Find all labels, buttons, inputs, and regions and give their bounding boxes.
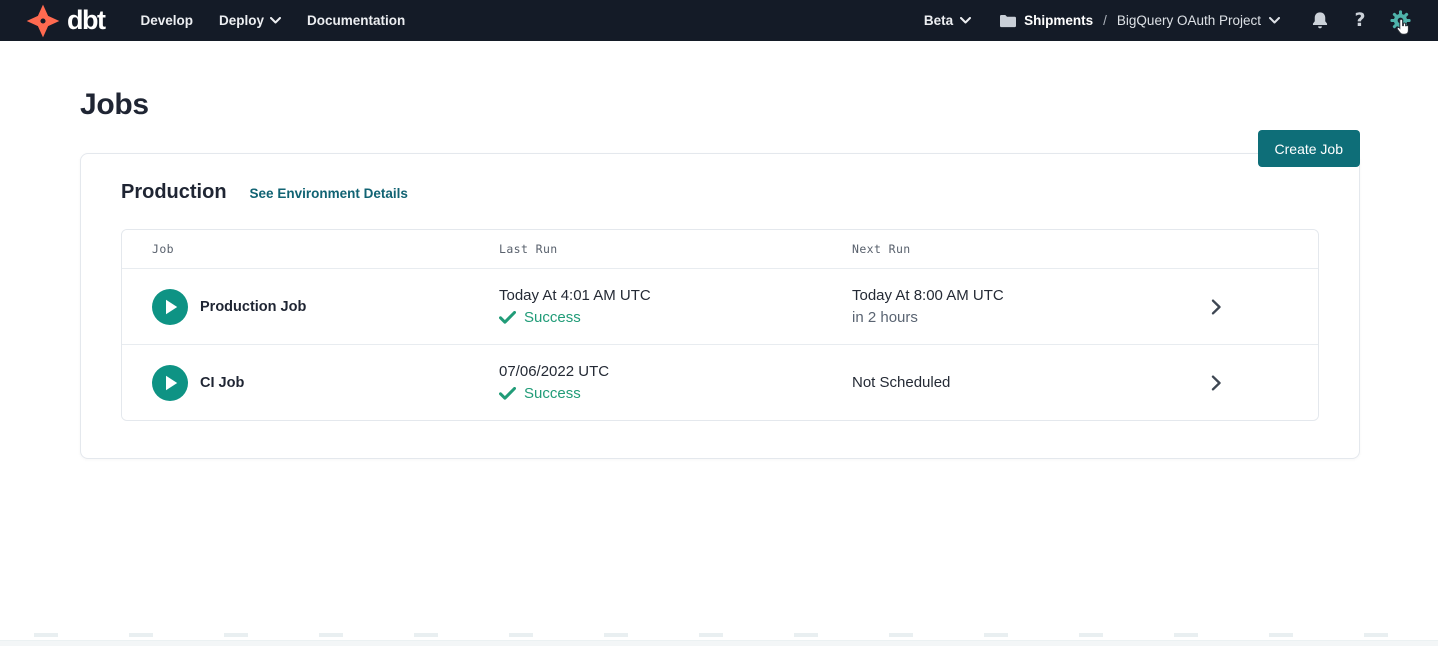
environment-header: Production See Environment Details (121, 181, 1319, 204)
next-run-time: Not Scheduled (852, 374, 1288, 391)
job-cell: Production Job (152, 289, 499, 325)
hand-pointer-cursor-icon (1396, 18, 1411, 41)
environment-card: Production See Environment Details Job L… (80, 153, 1360, 459)
create-job-button[interactable]: Create Job (1258, 130, 1360, 167)
next-run-cell: Not Scheduled (852, 374, 1288, 391)
run-play-button[interactable] (152, 365, 188, 401)
last-run-cell: 07/06/2022 UTC Success (499, 363, 852, 402)
beta-dropdown[interactable]: Beta (924, 13, 971, 28)
check-icon (499, 387, 516, 400)
beta-label: Beta (924, 13, 953, 28)
check-icon (499, 311, 516, 324)
bottom-dashes (0, 633, 1438, 637)
column-header-job: Job (152, 242, 499, 256)
primary-nav: Develop Deploy Documentation (140, 13, 405, 28)
status-label: Success (524, 309, 581, 326)
page-header: Jobs Create Job (0, 88, 1438, 122)
chevron-down-icon (270, 17, 281, 24)
environment-name: Production (121, 181, 227, 204)
table-header-row: Job Last Run Next Run (122, 230, 1318, 268)
status-label: Success (524, 385, 581, 402)
nav-item-develop[interactable]: Develop (140, 13, 193, 28)
see-environment-details-link[interactable]: See Environment Details (250, 186, 408, 201)
job-cell: CI Job (152, 365, 499, 401)
last-run-time: Today At 4:01 AM UTC (499, 287, 852, 304)
chevron-right-icon[interactable] (1211, 298, 1222, 315)
jobs-table: Job Last Run Next Run Production Job Tod… (121, 229, 1319, 421)
column-header-last-run: Last Run (499, 242, 852, 256)
chevron-right-icon[interactable] (1211, 374, 1222, 391)
dbt-wordmark: dbt (67, 7, 104, 34)
job-name: CI Job (200, 375, 244, 391)
nav-item-label: Documentation (307, 13, 405, 28)
last-run-status: Success (499, 385, 852, 402)
nav-item-documentation[interactable]: Documentation (307, 13, 405, 28)
navbar-icon-group: ? (1308, 9, 1412, 33)
top-navbar: dbt Develop Deploy Documentation Beta Sh… (0, 0, 1438, 41)
page-title: Jobs (80, 88, 1438, 122)
help-button[interactable]: ? (1348, 9, 1372, 33)
nav-item-label: Develop (140, 13, 193, 28)
project-selector[interactable]: BigQuery OAuth Project (1117, 13, 1280, 28)
job-name: Production Job (200, 299, 306, 315)
dbt-logo-mark-icon (26, 4, 60, 38)
bell-icon (1311, 11, 1329, 30)
navbar-right: Beta Shipments / BigQuery OAuth Project (924, 9, 1412, 33)
breadcrumb-project: BigQuery OAuth Project (1117, 13, 1261, 28)
nav-item-deploy[interactable]: Deploy (219, 13, 281, 28)
last-run-cell: Today At 4:01 AM UTC Success (499, 287, 852, 326)
bottom-edge-artifact (0, 633, 1438, 646)
chevron-down-icon (1269, 17, 1280, 24)
notifications-button[interactable] (1308, 9, 1332, 33)
dbt-logo[interactable]: dbt (26, 4, 104, 38)
last-run-status: Success (499, 309, 852, 326)
folder-icon (999, 14, 1016, 28)
breadcrumb-separator: / (1101, 13, 1109, 28)
next-run-cell: Today At 8:00 AM UTC in 2 hours (852, 287, 1288, 326)
chevron-down-icon (960, 17, 971, 24)
table-row-production-job[interactable]: Production Job Today At 4:01 AM UTC Succ… (122, 268, 1318, 344)
project-breadcrumb: Shipments / BigQuery OAuth Project (999, 13, 1280, 28)
table-row-ci-job[interactable]: CI Job 07/06/2022 UTC Success Not Schedu… (122, 344, 1318, 420)
settings-button[interactable] (1388, 9, 1412, 33)
bottom-band (0, 640, 1438, 646)
column-header-next-run: Next Run (852, 242, 1288, 256)
next-run-time: Today At 8:00 AM UTC (852, 287, 1288, 304)
nav-item-label: Deploy (219, 13, 264, 28)
help-icon: ? (1354, 11, 1365, 30)
next-run-relative: in 2 hours (852, 309, 1288, 326)
last-run-time: 07/06/2022 UTC (499, 363, 852, 380)
breadcrumb-account[interactable]: Shipments (1024, 13, 1093, 28)
run-play-button[interactable] (152, 289, 188, 325)
